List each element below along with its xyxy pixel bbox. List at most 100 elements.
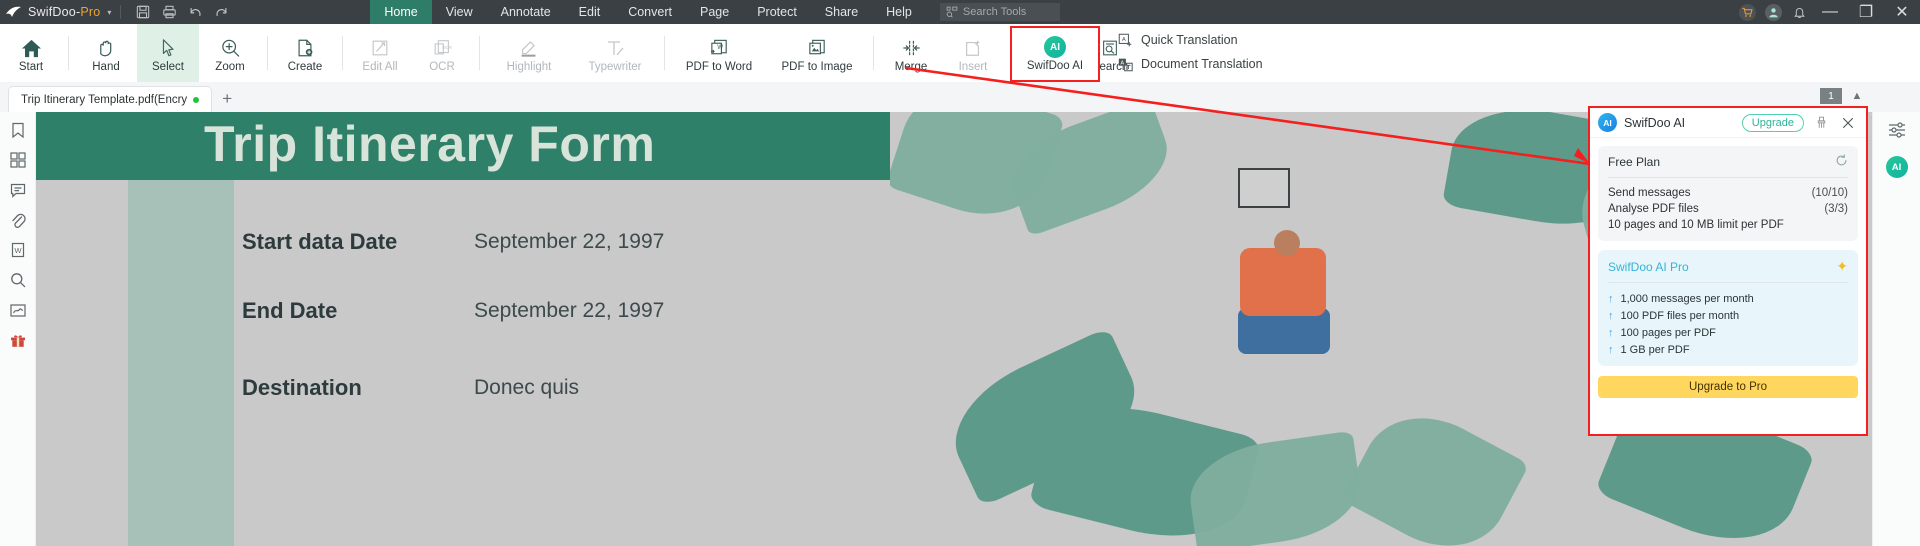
field-end-date-value[interactable]: September 22, 1997 <box>474 299 664 323</box>
free-plan-messages-label: Send messages <box>1608 187 1691 199</box>
cart-button[interactable] <box>1734 0 1760 24</box>
document-translation-item[interactable]: A Document Translation <box>1118 52 1263 76</box>
menu-item-view[interactable]: View <box>432 0 487 24</box>
titlebar-right-group: — ❐ ✕ <box>1734 0 1920 24</box>
arrow-up-icon: ↑ <box>1608 309 1614 322</box>
upgrade-to-pro-button[interactable]: Upgrade to Pro <box>1598 376 1858 398</box>
document-translation-label: Document Translation <box>1141 57 1263 71</box>
attachments-icon[interactable] <box>6 210 30 230</box>
clear-chat-icon[interactable] <box>1811 113 1831 133</box>
word-export-icon[interactable]: W <box>6 240 30 260</box>
chevron-up-icon[interactable]: ▲ <box>1846 88 1868 104</box>
close-icon[interactable] <box>1838 113 1858 133</box>
free-plan-card: Free Plan Send messages (10/10) Analyse … <box>1598 146 1858 241</box>
maximize-button[interactable]: ❐ <box>1848 0 1884 24</box>
merge-icon <box>901 33 922 59</box>
ribbon-divider <box>267 36 268 70</box>
ribbon-start-label: Start <box>18 61 44 73</box>
ribbon-zoom-label: Zoom <box>215 61 245 73</box>
document-modified-dot-icon <box>193 96 200 103</box>
account-button[interactable] <box>1760 0 1786 24</box>
ribbon-pdf-to-word-button[interactable]: W PDF to Word <box>671 24 767 82</box>
swifdoo-ai-sidebar-icon[interactable]: AI <box>1885 156 1908 178</box>
ribbon-divider <box>479 36 480 70</box>
new-tab-button[interactable]: + <box>212 86 242 112</box>
menu-item-page[interactable]: Page <box>686 0 743 24</box>
brand-main: SwifDoo- <box>28 5 81 19</box>
menu-item-protect[interactable]: Protect <box>743 0 811 24</box>
thumbnails-icon[interactable] <box>6 150 30 170</box>
search-document-icon <box>1100 33 1120 59</box>
translation-menu: A Quick Translation A Document Translati… <box>1118 28 1263 76</box>
menu-item-help[interactable]: Help <box>872 0 926 24</box>
cart-icon <box>1738 3 1756 21</box>
pro-plan-name: SwifDoo AI Pro <box>1608 259 1689 274</box>
print-icon[interactable] <box>156 0 182 24</box>
signature-icon[interactable] <box>6 300 30 320</box>
ribbon-hand-label: Hand <box>92 61 120 73</box>
field-start-date-value[interactable]: September 22, 1997 <box>474 230 664 254</box>
menu-item-convert[interactable]: Convert <box>614 0 686 24</box>
app-brand-title: SwifDoo-Pro <box>26 5 100 19</box>
ribbon-select-button[interactable]: Select <box>137 24 199 82</box>
titlebar-divider <box>120 5 122 19</box>
field-destination[interactable]: Destination Donec quis <box>242 375 579 401</box>
field-end-date-label: End Date <box>242 298 338 323</box>
ribbon-highlight-button[interactable]: Highlight <box>486 24 572 82</box>
main-menu: Home View Annotate Edit Convert Page Pro… <box>370 0 925 24</box>
menu-item-share[interactable]: Share <box>811 0 872 24</box>
gift-icon[interactable] <box>6 330 30 350</box>
menu-item-home[interactable]: Home <box>370 0 432 24</box>
ribbon-highlight-label: Highlight <box>506 61 552 73</box>
ribbon-edit-all-label: Edit All <box>362 61 398 73</box>
illustration-person-head <box>1274 230 1300 256</box>
undo-icon[interactable] <box>182 0 208 24</box>
quick-translation-label: Quick Translation <box>1141 33 1238 47</box>
document-left-band <box>128 180 234 546</box>
ribbon-start-button[interactable]: Start <box>0 24 62 82</box>
redo-icon[interactable] <box>208 0 234 24</box>
document-tab[interactable]: Trip Itinerary Template.pdf(Encry <box>8 86 213 112</box>
title-bar: SwifDoo-Pro ▾ Home View Annotate Edit Co… <box>0 0 1920 24</box>
ribbon-typewriter-button[interactable]: Typewriter <box>572 24 658 82</box>
menu-item-edit[interactable]: Edit <box>565 0 615 24</box>
page-number-badge: 1 <box>1820 88 1842 104</box>
selection-box[interactable] <box>1238 168 1290 208</box>
field-destination-value[interactable]: Donec quis <box>474 376 579 400</box>
search-icon[interactable] <box>6 270 30 290</box>
save-icon[interactable] <box>130 0 156 24</box>
field-start-date[interactable]: Start data Date September 22, 1997 <box>242 229 664 255</box>
svg-text:A: A <box>1122 37 1126 43</box>
swifdoo-ai-button[interactable]: AI SwifDoo AI <box>1010 26 1100 82</box>
ribbon-hand-button[interactable]: Hand <box>75 24 137 82</box>
close-button[interactable]: ✕ <box>1884 0 1920 24</box>
pro-feature-item: ↑ 100 PDF files per month <box>1608 307 1848 324</box>
pro-feature-label: 100 PDF files per month <box>1620 309 1740 322</box>
search-tools-input[interactable]: Search Tools <box>939 3 1060 21</box>
pro-feature-item: ↑ 1 GB per PDF <box>1608 341 1848 358</box>
refresh-icon[interactable] <box>1835 154 1848 170</box>
ribbon-merge-button[interactable]: Merge <box>880 24 942 82</box>
ai-panel-header: AI SwifDoo AI Upgrade <box>1590 108 1866 138</box>
brand-dropdown-icon[interactable]: ▾ <box>107 8 111 17</box>
ribbon-pdf-to-image-button[interactable]: PDF to Image <box>767 24 867 82</box>
minimize-button[interactable]: — <box>1812 0 1848 24</box>
notifications-bell-icon[interactable] <box>1786 0 1812 24</box>
ribbon-create-button[interactable]: Create <box>274 24 336 82</box>
quick-translation-item[interactable]: A Quick Translation <box>1118 28 1263 52</box>
menu-item-annotate[interactable]: Annotate <box>487 0 565 24</box>
ribbon-zoom-button[interactable]: Zoom <box>199 24 261 82</box>
ribbon-ocr-button[interactable]: OCR OCR <box>411 24 473 82</box>
pro-feature-label: 100 pages per PDF <box>1620 326 1716 339</box>
zoom-in-icon <box>220 33 241 59</box>
comments-icon[interactable] <box>6 180 30 200</box>
ribbon-insert-button[interactable]: Insert <box>942 24 1004 82</box>
create-document-icon <box>295 33 315 59</box>
bookmark-icon[interactable] <box>6 120 30 140</box>
sliders-icon[interactable] <box>1885 120 1909 140</box>
free-plan-header: Free Plan <box>1608 154 1848 170</box>
ribbon-edit-all-button[interactable]: Edit All <box>349 24 411 82</box>
ai-upgrade-button[interactable]: Upgrade <box>1741 113 1804 132</box>
field-end-date[interactable]: End Date September 22, 1997 <box>242 298 664 324</box>
ribbon-pdf-to-word-label: PDF to Word <box>685 61 753 73</box>
